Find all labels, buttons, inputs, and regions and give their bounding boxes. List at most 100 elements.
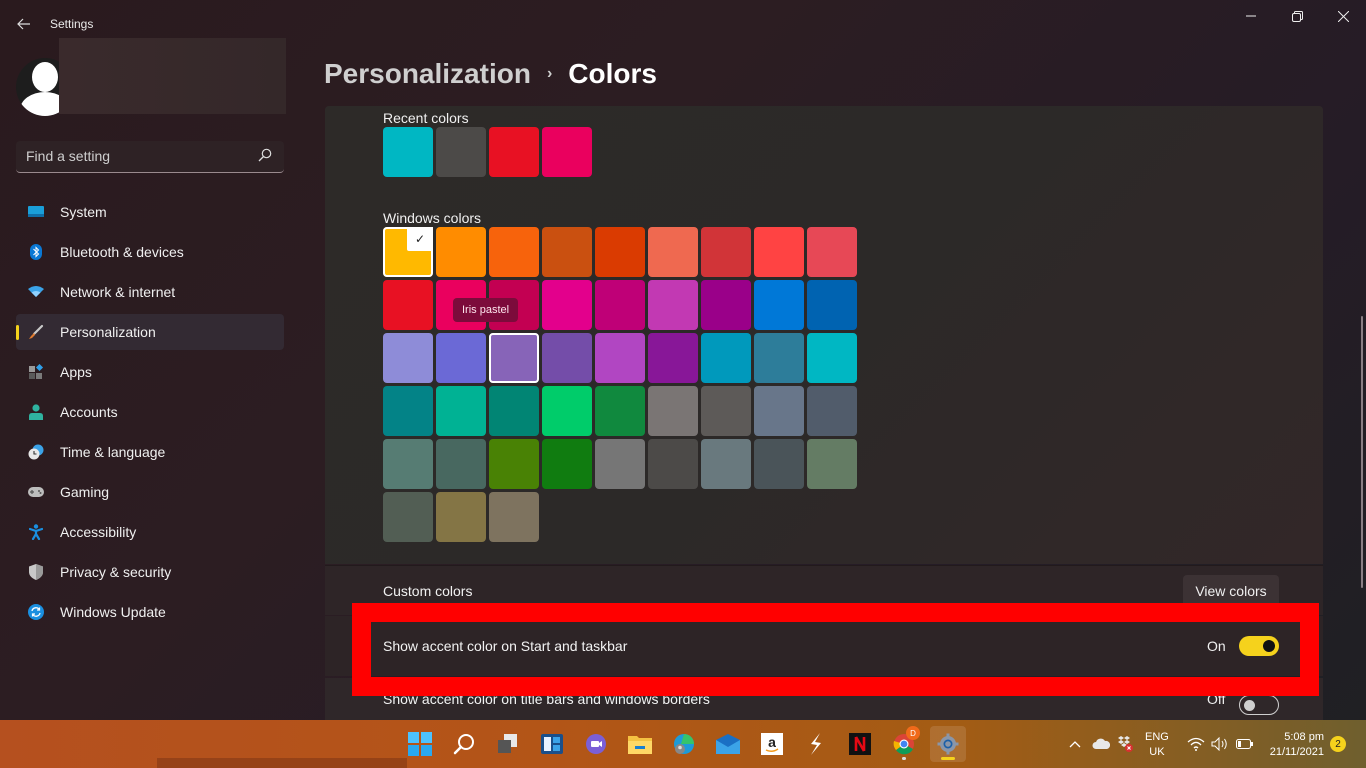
onedrive-tray-icon[interactable] (1092, 720, 1110, 768)
windows-color-swatch[interactable] (489, 333, 539, 383)
windows-color-swatch[interactable] (754, 439, 804, 489)
windows-color-swatch[interactable] (701, 280, 751, 330)
windows-color-swatch[interactable] (648, 386, 698, 436)
windows-color-swatch[interactable] (807, 333, 857, 383)
breadcrumb-parent[interactable]: Personalization (324, 58, 531, 90)
sidebar-item-privacy-security[interactable]: Privacy & security (16, 554, 284, 590)
taskbar-task-view[interactable] (490, 726, 526, 762)
sidebar-item-system[interactable]: System (16, 194, 284, 230)
windows-color-swatch[interactable] (436, 439, 486, 489)
windows-color-swatch[interactable] (383, 439, 433, 489)
windows-color-swatch[interactable] (595, 439, 645, 489)
taskbar-lightning-app[interactable] (798, 726, 834, 762)
sidebar-item-label: Personalization (60, 324, 156, 340)
search-box[interactable] (16, 141, 284, 173)
sidebar-item-network[interactable]: Network & internet (16, 274, 284, 310)
sidebar-item-bluetooth[interactable]: Bluetooth & devices (16, 234, 284, 270)
windows-color-swatch[interactable] (807, 386, 857, 436)
windows-color-swatch[interactable] (701, 333, 751, 383)
windows-color-swatch[interactable] (595, 280, 645, 330)
windows-color-swatch[interactable] (489, 439, 539, 489)
windows-color-swatch[interactable] (383, 492, 433, 542)
windows-color-swatch[interactable] (648, 280, 698, 330)
gear-icon (937, 733, 959, 755)
windows-color-swatch[interactable] (542, 386, 592, 436)
sidebar-item-personalization[interactable]: Personalization (16, 314, 284, 350)
windows-color-swatch[interactable] (383, 386, 433, 436)
taskbar-amazon[interactable]: a (754, 726, 790, 762)
recent-color-swatch[interactable] (542, 127, 592, 177)
sidebar-item-apps[interactable]: Apps (16, 354, 284, 390)
recent-color-swatch[interactable] (489, 127, 539, 177)
windows-color-swatch[interactable] (807, 280, 857, 330)
windows-color-swatch[interactable] (595, 386, 645, 436)
close-button[interactable] (1320, 0, 1366, 32)
windows-color-swatch[interactable] (648, 439, 698, 489)
user-profile[interactable] (16, 38, 286, 116)
windows-color-swatch[interactable] (807, 439, 857, 489)
windows-color-swatch[interactable] (542, 280, 592, 330)
search-input[interactable] (26, 148, 246, 164)
recent-color-swatch[interactable] (436, 127, 486, 177)
windows-color-swatch[interactable] (754, 386, 804, 436)
paintbrush-icon (28, 324, 44, 340)
windows-color-swatch[interactable] (701, 227, 751, 277)
sidebar-item-accounts[interactable]: Accounts (16, 394, 284, 430)
taskbar-widgets[interactable] (534, 726, 570, 762)
custom-colors-label: Custom colors (383, 582, 473, 599)
clock[interactable]: 5:08 pm 21/11/2021 (1268, 730, 1324, 760)
taskbar-chrome[interactable]: D (886, 726, 922, 762)
windows-color-swatch[interactable] (595, 333, 645, 383)
maximize-button[interactable] (1274, 0, 1320, 32)
taskbar-chat[interactable] (578, 726, 614, 762)
sidebar-item-accessibility[interactable]: Accessibility (16, 514, 284, 550)
sidebar-item-gaming[interactable]: Gaming (16, 474, 284, 510)
network-tray-icon[interactable] (1187, 720, 1205, 768)
taskbar-netflix[interactable] (842, 726, 878, 762)
windows-color-swatch[interactable] (648, 333, 698, 383)
windows-color-swatch[interactable] (542, 333, 592, 383)
accent-title-bars-toggle[interactable] (1239, 695, 1279, 715)
windows-color-swatch[interactable] (436, 227, 486, 277)
scrollbar[interactable] (1361, 316, 1363, 588)
windows-color-swatch[interactable] (542, 227, 592, 277)
windows-color-swatch[interactable] (436, 492, 486, 542)
windows-color-swatch[interactable] (754, 333, 804, 383)
windows-color-swatch[interactable] (383, 333, 433, 383)
windows-color-swatch[interactable] (489, 386, 539, 436)
accessibility-icon (28, 524, 44, 540)
windows-color-swatch[interactable] (648, 227, 698, 277)
windows-color-swatch[interactable] (436, 386, 486, 436)
sidebar-item-label: Gaming (60, 484, 110, 500)
windows-color-swatch[interactable] (542, 439, 592, 489)
windows-color-swatch[interactable] (595, 227, 645, 277)
show-hidden-icons-button[interactable] (1068, 720, 1082, 768)
notification-badge[interactable]: 2 (1330, 736, 1346, 752)
sidebar-item-time-language[interactable]: Time & language (16, 434, 284, 470)
taskbar-search[interactable] (446, 726, 482, 762)
windows-color-swatch[interactable] (383, 280, 433, 330)
taskbar-file-explorer[interactable] (622, 726, 658, 762)
battery-tray-icon[interactable] (1236, 720, 1254, 768)
back-button[interactable] (12, 12, 36, 36)
taskbar-edge[interactable] (666, 726, 702, 762)
recent-color-swatch[interactable] (383, 127, 433, 177)
minimize-button[interactable] (1228, 0, 1274, 32)
dropbox-tray-icon[interactable] (1116, 720, 1134, 768)
volume-tray-icon[interactable] (1211, 720, 1229, 768)
windows-color-swatch[interactable]: ✓ (383, 227, 433, 277)
sidebar-item-windows-update[interactable]: Windows Update (16, 594, 284, 630)
taskbar-start[interactable] (402, 726, 438, 762)
taskbar-settings[interactable] (930, 726, 966, 762)
windows-color-swatch[interactable] (754, 227, 804, 277)
windows-color-swatch[interactable] (701, 439, 751, 489)
windows-color-swatch[interactable] (701, 386, 751, 436)
search-icon[interactable] (258, 148, 274, 164)
windows-color-swatch[interactable] (489, 227, 539, 277)
windows-color-swatch[interactable] (436, 333, 486, 383)
taskbar-mail[interactable] (710, 726, 746, 762)
windows-color-swatch[interactable] (807, 227, 857, 277)
windows-color-swatch[interactable] (489, 492, 539, 542)
windows-color-swatch[interactable] (754, 280, 804, 330)
language-indicator[interactable]: ENG UK (1145, 730, 1169, 760)
